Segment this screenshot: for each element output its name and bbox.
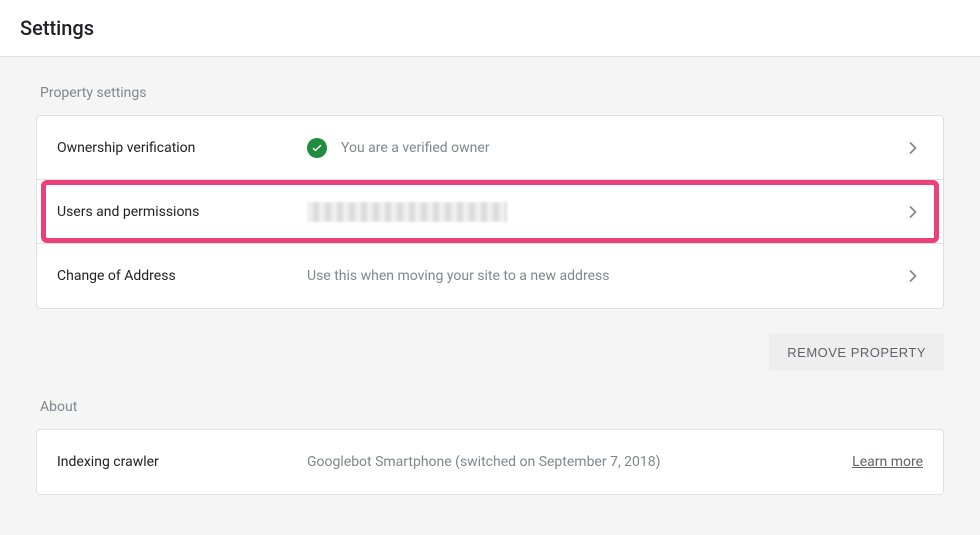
page-header: Settings [0,0,980,57]
redacted-content [307,202,507,222]
users-permissions-row[interactable]: Users and permissions [37,180,943,244]
chevron-right-icon [903,266,923,286]
change-address-desc: Use this when moving your site to a new … [307,268,923,284]
ownership-status-text: You are a verified owner [341,140,490,156]
remove-property-button[interactable]: REMOVE PROPERTY [769,333,944,371]
about-label: About [36,371,944,429]
verified-check-icon [307,138,327,158]
content-area: Property settings Ownership verification… [0,57,980,535]
indexing-crawler-desc: Googlebot Smartphone (switched on Septem… [307,454,852,470]
ownership-verification-row[interactable]: Ownership verification You are a verifie… [37,116,943,180]
page-title: Settings [20,16,960,40]
property-actions: REMOVE PROPERTY [36,309,944,371]
about-card: Indexing crawler Googlebot Smartphone (s… [36,429,944,495]
chevron-right-icon [903,202,923,222]
indexing-crawler-row: Indexing crawler Googlebot Smartphone (s… [37,430,943,494]
property-settings-label: Property settings [36,57,944,115]
change-address-label: Change of Address [57,268,307,284]
ownership-verification-label: Ownership verification [57,140,307,156]
users-permissions-label: Users and permissions [57,204,307,220]
chevron-right-icon [903,138,923,158]
learn-more-link[interactable]: Learn more [852,454,923,470]
property-settings-card: Ownership verification You are a verifie… [36,115,944,309]
ownership-verification-desc: You are a verified owner [307,138,923,158]
users-permissions-desc [307,202,923,222]
change-address-row[interactable]: Change of Address Use this when moving y… [37,244,943,308]
indexing-crawler-label: Indexing crawler [57,454,307,470]
